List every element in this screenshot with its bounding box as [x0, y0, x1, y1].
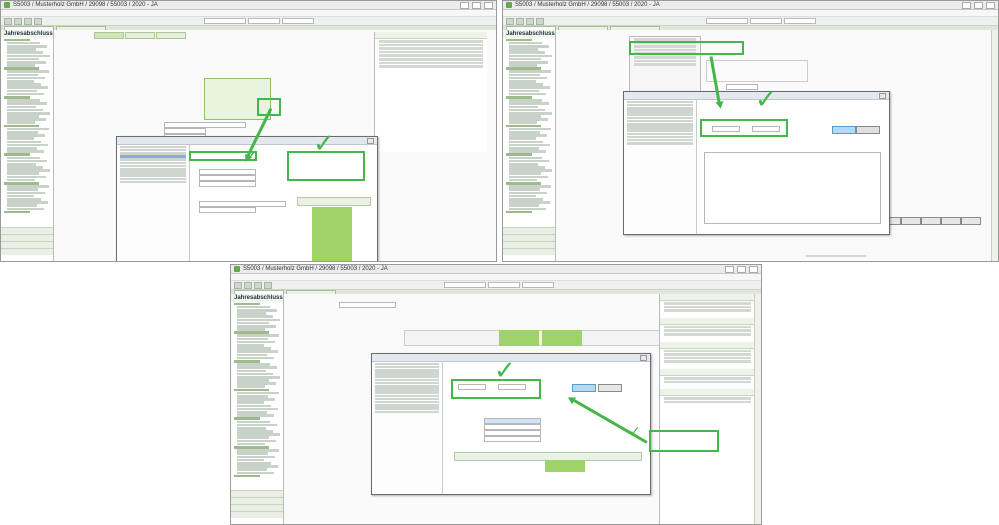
window-top-right: S5003 / Musterholz GmbH / 29098 / 55003 … [502, 0, 999, 262]
window-top-left: S5003 / Musterholz GmbH / 29098 / 55003 … [0, 0, 497, 262]
dialog-tree[interactable] [624, 100, 697, 234]
highlight-box [700, 119, 788, 137]
vertical-tabs[interactable] [754, 294, 761, 524]
toolbar[interactable] [1, 17, 496, 26]
checkmark-icon: ✓ [244, 147, 258, 166]
vertical-tabs[interactable] [991, 30, 998, 261]
navigation-sidebar[interactable]: Jahresabschluss [503, 30, 556, 261]
menu-bar[interactable] [1, 10, 496, 17]
window-title: S5003 / Musterholz GmbH / 29098 / 55003 … [13, 2, 158, 8]
sidebar-header: Jahresabschluss [231, 294, 283, 302]
close-icon[interactable] [640, 354, 647, 361]
window-controls[interactable] [962, 1, 995, 9]
folder-icon[interactable] [234, 474, 260, 478]
checkmark-icon: ✓ [494, 356, 516, 386]
toolbar[interactable] [231, 281, 761, 290]
folder-icon[interactable] [4, 210, 30, 214]
app-logo-icon [506, 2, 512, 8]
checkmark-icon: ✓ [313, 129, 335, 159]
sidebar-header: Jahresabschluss [1, 30, 53, 38]
highlight-box [629, 41, 744, 55]
folder-icon[interactable] [506, 210, 532, 214]
close-icon[interactable] [879, 92, 886, 99]
toolbar[interactable] [503, 17, 998, 26]
checkmark-icon: ✓ [755, 85, 777, 115]
checkmark-icon: ✓ [629, 424, 641, 440]
right-side-panel[interactable] [659, 294, 755, 524]
window-controls[interactable] [725, 265, 758, 273]
navigation-sidebar[interactable]: Jahresabschluss [1, 30, 54, 261]
dialog-tree[interactable] [117, 145, 190, 261]
dialog-tree[interactable] [372, 362, 443, 494]
app-logo-icon [234, 266, 240, 272]
window-title: S5003 / Musterholz GmbH / 29098 / 55003 … [515, 2, 660, 8]
navigation-sidebar[interactable]: Jahresabschluss [231, 294, 284, 524]
menu-bar[interactable] [503, 10, 998, 17]
window-controls[interactable] [460, 1, 493, 9]
close-icon[interactable] [367, 137, 374, 144]
window-title: S5003 / Musterholz GmbH / 29098 / 55003 … [243, 266, 388, 272]
title-bar: S5003 / Musterholz GmbH / 29098 / 55003 … [503, 1, 998, 10]
sidebar-header: Jahresabschluss [503, 30, 555, 38]
menu-bar[interactable] [231, 274, 761, 281]
highlight-box [649, 430, 719, 452]
app-logo-icon [4, 2, 10, 8]
title-bar: S5003 / Musterholz GmbH / 29098 / 55003 … [1, 1, 496, 10]
title-bar: S5003 / Musterholz GmbH / 29098 / 55003 … [231, 265, 761, 274]
window-bottom: S5003 / Musterholz GmbH / 29098 / 55003 … [230, 264, 762, 525]
